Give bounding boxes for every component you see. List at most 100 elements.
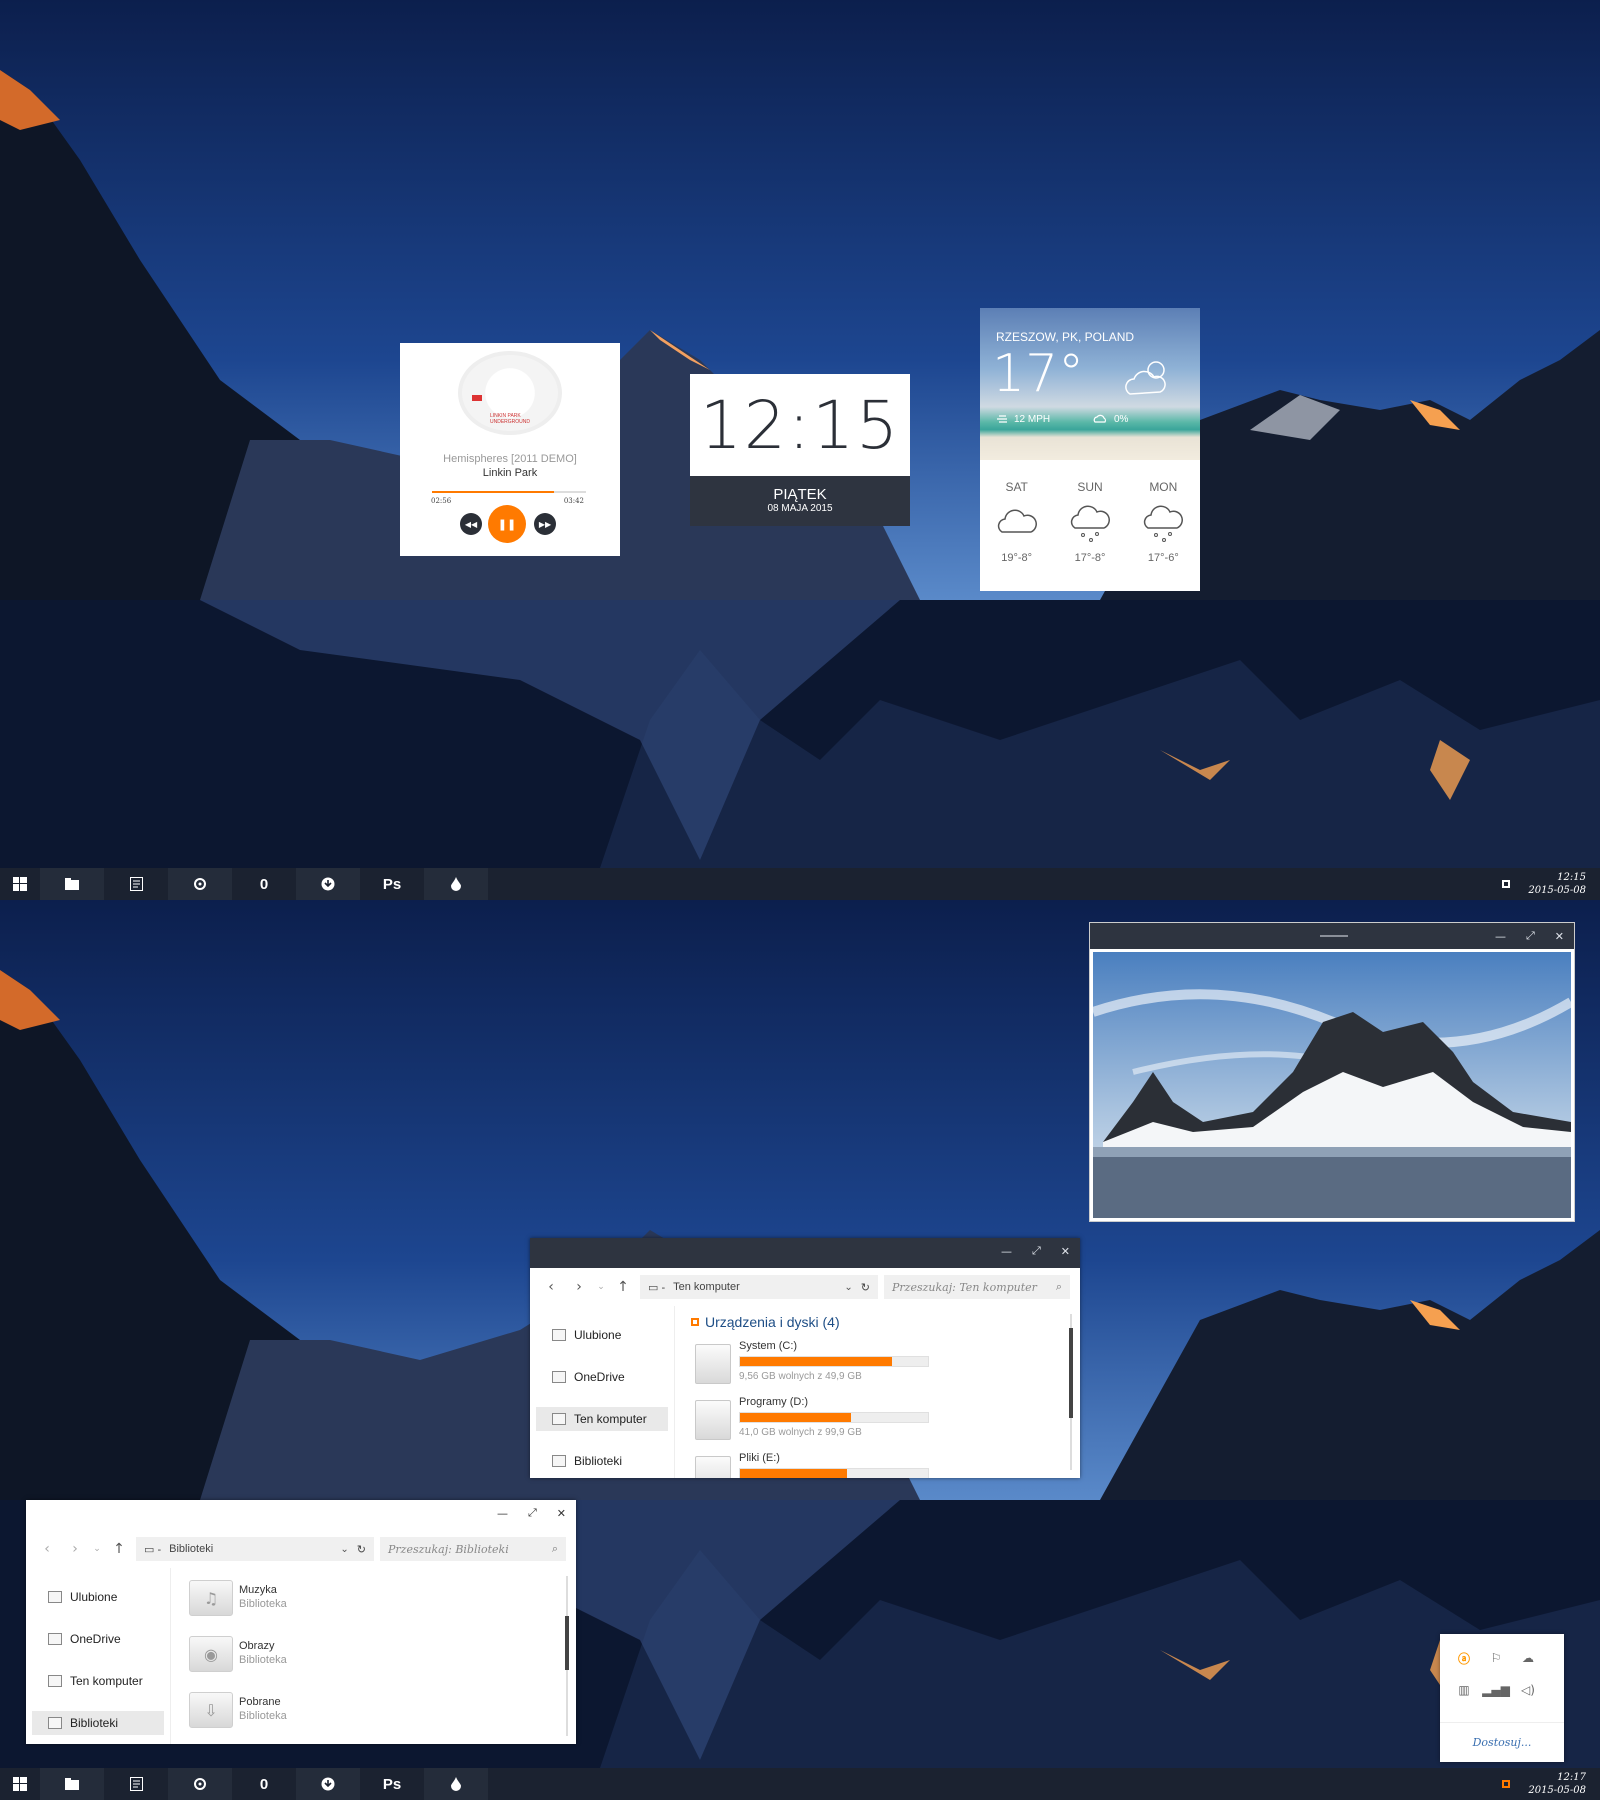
windows-start-icon[interactable] bbox=[0, 1768, 40, 1800]
drive-info: 9,56 GB wolnych z 49,9 GB bbox=[739, 1371, 862, 1382]
drive-name: Programy (D:) bbox=[739, 1396, 809, 1408]
notepad-icon[interactable] bbox=[104, 1768, 168, 1800]
settings-icon[interactable] bbox=[168, 868, 232, 900]
scrollbar-thumb[interactable] bbox=[565, 1616, 569, 1670]
search-icon[interactable]: ⌕ bbox=[1056, 1280, 1062, 1294]
close-icon[interactable]: ✕ bbox=[557, 1507, 566, 1520]
taskbar-clock[interactable]: 12:15 2015-05-08 bbox=[1528, 871, 1586, 897]
sidebar-item-this-pc[interactable]: Ten komputer bbox=[26, 1660, 170, 1702]
minimize-icon[interactable]: — bbox=[497, 1507, 508, 1520]
library-type: Biblioteka bbox=[239, 1710, 287, 1722]
o-icon[interactable]: 0 bbox=[232, 1768, 296, 1800]
pause-button[interactable]: ❚❚ bbox=[488, 505, 526, 543]
back-icon[interactable]: ‹ bbox=[36, 1538, 58, 1560]
weather-wind: 12 MPH bbox=[1014, 414, 1051, 425]
search-icon[interactable]: ⌕ bbox=[552, 1542, 558, 1556]
weather-location: RZESZOW, PK, POLAND bbox=[996, 330, 1135, 344]
group-header[interactable]: Urządzenia i dyski (4) bbox=[691, 1314, 840, 1330]
mountain-photo bbox=[1093, 952, 1571, 1218]
desktop-bottom: — ⤢ ✕ — ⤢ ✕ ‹ › ⌄ ↑ ▭ - Ten komputer ⌄ ↻… bbox=[0, 900, 1600, 1800]
forecast-day: SUN 17°-8° bbox=[1053, 460, 1126, 591]
tray-indicator-icon[interactable] bbox=[1502, 880, 1511, 888]
sidebar-item-onedrive[interactable]: OneDrive bbox=[530, 1356, 674, 1398]
forecast-day: SAT 19°-8° bbox=[980, 460, 1053, 591]
drive-item[interactable]: Programy (D:) 41,0 GB wolnych z 99,9 GB bbox=[695, 1396, 935, 1446]
scrollbar[interactable] bbox=[1069, 1314, 1073, 1470]
up-icon[interactable]: ↑ bbox=[108, 1538, 130, 1560]
library-item[interactable]: ⇩ Pobrane Biblioteka bbox=[189, 1688, 389, 1734]
library-name: Pobrane bbox=[239, 1696, 281, 1708]
history-chevron-icon[interactable]: ⌄ bbox=[92, 1538, 102, 1560]
folder-icon[interactable] bbox=[40, 1768, 104, 1800]
cloud-icon[interactable]: ☁ bbox=[1518, 1648, 1538, 1668]
drop-icon[interactable] bbox=[424, 1768, 488, 1800]
sidebar-item-onedrive[interactable]: OneDrive bbox=[26, 1618, 170, 1660]
flag-icon[interactable]: ⚐ bbox=[1486, 1648, 1506, 1668]
previous-icon[interactable]: ◀◀ bbox=[460, 513, 482, 535]
chevron-down-icon[interactable]: ⌄ bbox=[844, 1282, 852, 1293]
refresh-icon[interactable]: ↻ bbox=[861, 1281, 870, 1294]
settings-icon[interactable] bbox=[168, 1768, 232, 1800]
sidebar-item-libraries[interactable]: Biblioteki bbox=[32, 1711, 164, 1735]
drive-item[interactable]: Pliki (E:) bbox=[695, 1452, 935, 1478]
scrollbar[interactable] bbox=[565, 1576, 569, 1736]
address-bar[interactable]: ▭ - Ten komputer ⌄ ↻ bbox=[640, 1275, 878, 1299]
photoshop-icon[interactable]: Ps bbox=[360, 1768, 424, 1800]
sidebar-item-this-pc[interactable]: Ten komputer bbox=[536, 1407, 668, 1431]
volume-icon[interactable]: ◁) bbox=[1518, 1680, 1538, 1700]
window-titlebar[interactable]: — ⤢ ✕ bbox=[26, 1500, 576, 1530]
drag-handle[interactable] bbox=[1320, 935, 1348, 937]
window-titlebar[interactable]: — ⤢ ✕ bbox=[530, 1238, 1080, 1268]
minimize-icon[interactable]: — bbox=[1001, 1245, 1012, 1258]
history-chevron-icon[interactable]: ⌄ bbox=[596, 1276, 606, 1298]
close-icon[interactable]: ✕ bbox=[1555, 930, 1564, 943]
progress-bar[interactable] bbox=[432, 491, 586, 493]
sidebar-item-favorites[interactable]: Ulubione bbox=[530, 1314, 674, 1356]
back-icon[interactable]: ‹ bbox=[540, 1276, 562, 1298]
clock-widget: 12:15 PIĄTEK 08 MAJA 2015 bbox=[690, 374, 910, 526]
torrent-icon[interactable] bbox=[296, 1768, 360, 1800]
torrent-icon[interactable] bbox=[296, 868, 360, 900]
windows-start-icon[interactable] bbox=[0, 868, 40, 900]
maximize-icon[interactable]: ⤢ bbox=[528, 1506, 537, 1520]
sidebar-item-favorites[interactable]: Ulubione bbox=[26, 1576, 170, 1618]
taskbar-clock[interactable]: 12:17 2015-05-08 bbox=[1528, 1771, 1586, 1797]
drive-usage-fill bbox=[740, 1357, 893, 1366]
explorer-toolbar: ‹ › ⌄ ↑ ▭ - Biblioteki ⌄ ↻ Przeszukaj: B… bbox=[26, 1530, 576, 1568]
minimize-icon[interactable]: — bbox=[1495, 930, 1506, 943]
viewer-titlebar[interactable]: — ⤢ ✕ bbox=[1090, 923, 1574, 949]
folder-icon[interactable] bbox=[40, 868, 104, 900]
track-title: Hemispheres [2011 DEMO] bbox=[443, 453, 577, 465]
library-item[interactable]: ◉ Obrazy Biblioteka bbox=[189, 1632, 389, 1678]
chevron-down-icon[interactable]: ⌄ bbox=[340, 1544, 348, 1555]
drop-icon[interactable] bbox=[424, 868, 488, 900]
forward-icon[interactable]: › bbox=[568, 1276, 590, 1298]
close-icon[interactable]: ✕ bbox=[1061, 1245, 1070, 1258]
content-pane: ♫ Muzyka Biblioteka ◉ Obrazy Biblioteka … bbox=[170, 1568, 576, 1744]
device-icon[interactable]: ▥ bbox=[1454, 1680, 1474, 1700]
avast-icon[interactable]: ⓐ bbox=[1454, 1648, 1474, 1668]
photoshop-icon[interactable]: Ps bbox=[360, 868, 424, 900]
sidebar-item-libraries[interactable]: Biblioteki bbox=[530, 1440, 674, 1482]
maximize-icon[interactable]: ⤢ bbox=[1526, 929, 1535, 943]
next-icon[interactable]: ▶▶ bbox=[534, 513, 556, 535]
maximize-icon[interactable]: ⤢ bbox=[1032, 1244, 1041, 1258]
signal-icon[interactable]: ▂▄▆ bbox=[1482, 1680, 1510, 1700]
search-input[interactable]: Przeszukaj: Ten komputer ⌕ bbox=[884, 1275, 1070, 1299]
notepad-icon[interactable] bbox=[104, 868, 168, 900]
scrollbar-thumb[interactable] bbox=[1069, 1328, 1073, 1418]
address-bar[interactable]: ▭ - Biblioteki ⌄ ↻ bbox=[136, 1537, 374, 1561]
forecast-day-name: SUN bbox=[1077, 480, 1103, 494]
search-input[interactable]: Przeszukaj: Biblioteki ⌕ bbox=[380, 1537, 566, 1561]
up-icon[interactable]: ↑ bbox=[612, 1276, 634, 1298]
customize-link[interactable]: Dostosuj... bbox=[1440, 1722, 1564, 1762]
tray-indicator-icon[interactable] bbox=[1502, 1780, 1511, 1788]
o-icon[interactable]: 0 bbox=[232, 868, 296, 900]
forward-icon[interactable]: › bbox=[64, 1538, 86, 1560]
drive-item[interactable]: System (C:) 9,56 GB wolnych z 49,9 GB bbox=[695, 1340, 935, 1390]
sidebar-item-label: OneDrive bbox=[70, 1632, 121, 1646]
library-item[interactable]: ♫ Muzyka Biblioteka bbox=[189, 1576, 389, 1622]
sidebar-item-label: Biblioteki bbox=[70, 1716, 119, 1730]
favorites-icon bbox=[552, 1329, 566, 1341]
refresh-icon[interactable]: ↻ bbox=[357, 1543, 366, 1556]
